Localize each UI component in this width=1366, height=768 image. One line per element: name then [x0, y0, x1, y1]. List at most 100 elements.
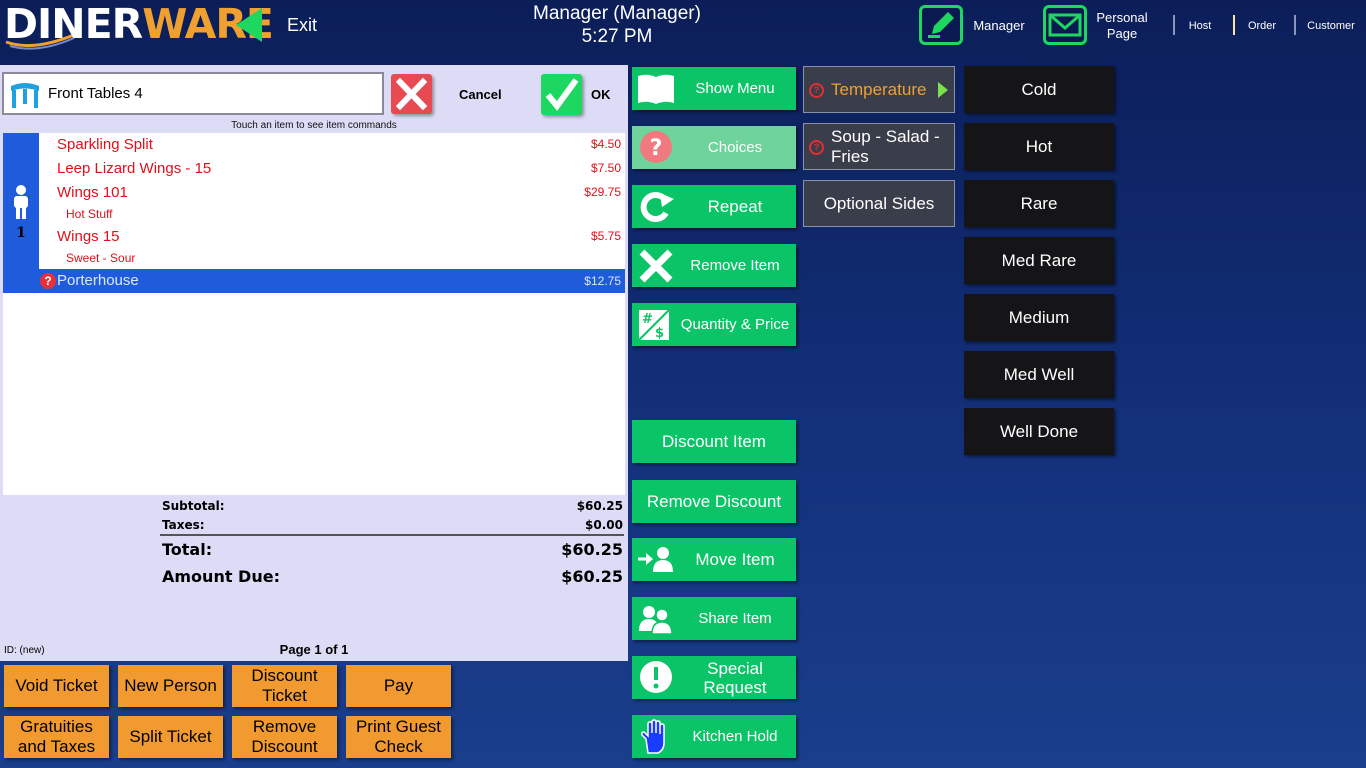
kitchen-hold-button[interactable]: Kitchen Hold — [632, 715, 796, 758]
play-arrow-icon — [938, 82, 948, 98]
choices-button[interactable]: ? Choices — [632, 126, 796, 169]
taxes-value: $0.00 — [585, 518, 623, 532]
close-icon — [395, 77, 428, 111]
choices-label: Choices — [707, 139, 763, 156]
kitchen-hold-label: Kitchen Hold — [692, 728, 778, 745]
remove-item-label: Remove Item — [690, 257, 780, 274]
item-price: $4.50 — [590, 137, 621, 151]
clock: 5:27 PM — [581, 26, 653, 47]
table-name: Front Tables 4 — [48, 85, 143, 102]
item-name: Porterhouse — [57, 272, 139, 289]
person-icon — [14, 185, 28, 219]
question-icon: ? — [40, 273, 56, 289]
book-icon — [638, 74, 674, 104]
pay-button[interactable]: Pay — [346, 665, 451, 707]
totals-divider — [160, 534, 624, 536]
manager-pencil-icon[interactable] — [919, 5, 963, 45]
mode-separator — [1173, 15, 1175, 35]
show-menu-button[interactable]: Show Menu — [632, 67, 796, 110]
special-request-label: Special Request — [703, 658, 767, 697]
choice-medium[interactable]: Medium — [964, 294, 1114, 341]
discount-ticket-button[interactable]: Discount Ticket — [232, 665, 337, 707]
repeat-label: Repeat — [707, 197, 763, 216]
item-price: $7.50 — [590, 161, 621, 175]
item-modifier[interactable]: Sweet - Sour — [66, 251, 135, 265]
mode-host[interactable]: Host — [1180, 18, 1220, 34]
move-person-icon — [638, 547, 673, 572]
subtotal-value: $60.25 — [576, 499, 623, 513]
ticket-item-row[interactable]: Leep Lizard Wings - 15 $7.50 — [57, 157, 621, 179]
page-indicator: Page 1 of 1 — [279, 642, 349, 657]
taxes-label: Taxes: — [162, 518, 205, 532]
envelope-icon[interactable] — [1043, 5, 1087, 45]
choice-well-done[interactable]: Well Done — [964, 408, 1114, 455]
ticket-panel: Front Tables 4 Cancel OK Touch an item t… — [0, 65, 628, 661]
gratuities-taxes-button[interactable]: Gratuities and Taxes — [4, 716, 109, 758]
seat-number: 1 — [16, 225, 26, 241]
move-item-button[interactable]: Move Item — [632, 538, 796, 581]
table-icon — [11, 83, 39, 108]
selected-item-row[interactable]: ? Porterhouse $12.75 — [3, 269, 625, 293]
choice-cold[interactable]: Cold — [964, 66, 1114, 113]
discount-item-button[interactable]: Discount Item — [632, 420, 796, 463]
ok-label[interactable]: OK — [591, 87, 611, 102]
quantity-price-button[interactable]: # $ Quantity & Price — [632, 303, 796, 346]
ticket-item-row[interactable]: Wings 101 $29.75 — [57, 181, 621, 203]
exit-button[interactable]: Exit — [287, 15, 317, 36]
quantity-price-icon: # $ — [638, 309, 670, 341]
void-ticket-button[interactable]: Void Ticket — [4, 665, 109, 707]
print-guest-check-button[interactable]: Print Guest Check — [346, 716, 451, 758]
item-name: Wings 101 — [57, 184, 128, 201]
cancel-x-button[interactable] — [391, 74, 432, 114]
quantity-price-label: Quantity & Price — [680, 316, 790, 333]
amount-due-value: $60.25 — [561, 567, 623, 586]
table-name-field[interactable]: Front Tables 4 — [2, 72, 384, 115]
show-menu-label: Show Menu — [695, 80, 775, 97]
ticket-items-list[interactable]: 1 Sparkling Split $4.50 Leep Lizard Wing… — [3, 133, 625, 495]
back-arrow-icon[interactable] — [236, 8, 262, 42]
special-request-button[interactable]: Special Request — [632, 656, 796, 699]
total-label: Total: — [162, 540, 213, 559]
split-ticket-button[interactable]: Split Ticket — [118, 716, 223, 758]
svg-text:$: $ — [655, 326, 664, 341]
share-item-label: Share Item — [698, 610, 772, 627]
share-item-button[interactable]: Share Item — [632, 597, 796, 640]
new-person-button[interactable]: New Person — [118, 665, 223, 707]
header-title-block: Manager (Manager) 5:27 PM — [517, 2, 717, 48]
ticket-item-row[interactable]: Sparkling Split $4.50 — [57, 133, 621, 155]
cancel-label[interactable]: Cancel — [459, 87, 502, 102]
item-price: $29.75 — [584, 185, 621, 199]
remove-discount-button[interactable]: Remove Discount — [632, 480, 796, 523]
item-modifier[interactable]: Hot Stuff — [66, 207, 112, 221]
ok-check-button[interactable] — [541, 74, 582, 115]
subtotal-label: Subtotal: — [162, 499, 225, 513]
x-icon — [639, 249, 673, 283]
share-people-icon — [639, 606, 673, 635]
manager-button[interactable]: Manager — [968, 18, 1030, 34]
check-icon — [545, 78, 579, 111]
modifier-group-label: Soup - Salad - Fries — [831, 126, 940, 166]
item-hint: Touch an item to see item commands — [231, 120, 397, 131]
personal-page-button[interactable]: Personal Page — [1092, 10, 1152, 42]
item-name: Leep Lizard Wings - 15 — [57, 160, 212, 177]
choice-rare[interactable]: Rare — [964, 180, 1114, 227]
modifier-group-optional-sides[interactable]: Optional Sides — [803, 180, 955, 227]
logo-wordmark: DINERWARE — [4, 0, 274, 48]
dinerware-logo: DINERWARE — [4, 0, 274, 52]
choice-med-well[interactable]: Med Well — [964, 351, 1114, 398]
repeat-button[interactable]: Repeat — [632, 185, 796, 228]
modifier-group-label: Optional Sides — [823, 193, 935, 213]
item-name: Wings 15 — [57, 228, 120, 245]
ticket-item-row[interactable]: Wings 15 $5.75 — [57, 225, 621, 247]
mode-order[interactable]: Order — [1240, 18, 1284, 34]
choice-med-rare[interactable]: Med Rare — [964, 237, 1114, 284]
remove-item-button[interactable]: Remove Item — [632, 244, 796, 287]
modifier-group-soup-salad-fries[interactable]: ? Soup - Salad - Fries — [803, 123, 955, 170]
item-price: $12.75 — [584, 274, 621, 288]
remove-discount-ticket-button[interactable]: Remove Discount — [232, 716, 337, 758]
choice-hot[interactable]: Hot — [964, 123, 1114, 170]
modifier-group-temperature[interactable]: ? Temperature — [803, 66, 955, 113]
svg-text:#: # — [642, 312, 653, 327]
mode-customer[interactable]: Customer — [1302, 18, 1360, 34]
item-name: Sparkling Split — [57, 136, 153, 153]
